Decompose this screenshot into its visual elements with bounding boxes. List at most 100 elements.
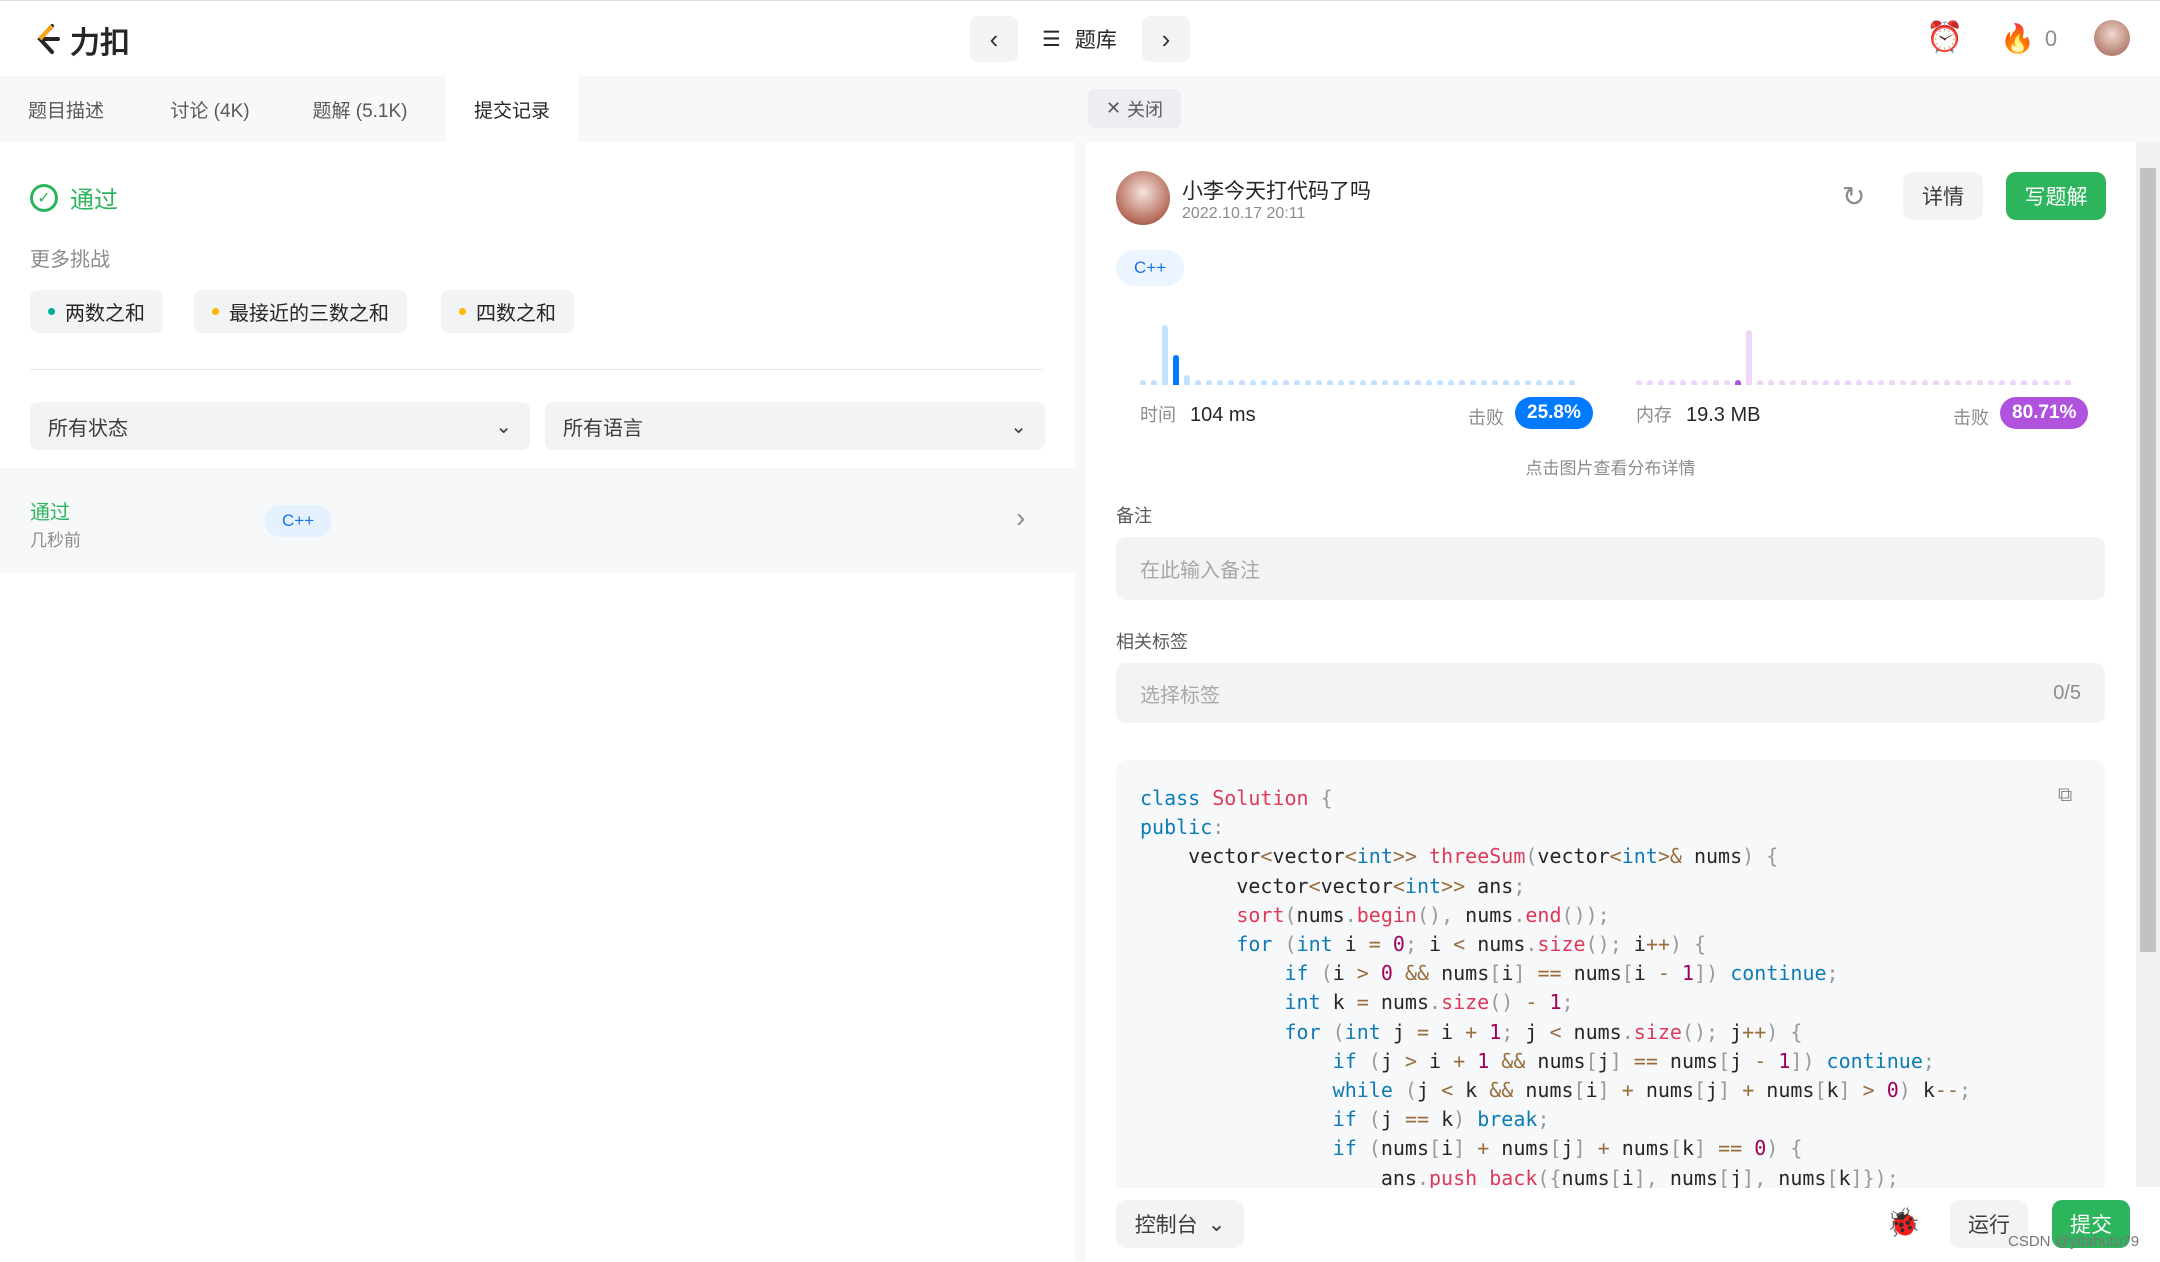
distribution-bar (1812, 380, 1818, 385)
check-circle-icon: ✓ (30, 183, 58, 212)
distribution-bar (1316, 380, 1322, 385)
watermark: CSDN @yitahutu79 (2008, 1233, 2140, 1250)
distribution-bar (1536, 380, 1542, 385)
submission-time: 几秒前 (30, 531, 81, 550)
next-problem-button[interactable]: › (1142, 16, 1190, 62)
distribution-bar (1988, 380, 1994, 385)
memory-distribution-chart[interactable] (1636, 310, 2082, 385)
distribution-bar (1217, 380, 1223, 385)
distribution-bar (1999, 380, 2005, 385)
distribution-bar (1514, 380, 1520, 385)
write-solution-button[interactable]: 写题解 (2006, 172, 2106, 220)
scrollbar-thumb[interactable] (2140, 168, 2156, 952)
more-challenges-label: 更多挑战 (30, 249, 110, 271)
distribution-bar (1569, 380, 1575, 385)
distribution-bar (1448, 380, 1454, 385)
submission-row[interactable] (0, 468, 1075, 573)
distribution-bar (1184, 375, 1190, 385)
distribution-bar (1966, 380, 1972, 385)
distribution-bar (1525, 380, 1531, 385)
distribution-bar (1647, 380, 1653, 385)
distribution-bar (1944, 380, 1950, 385)
distribution-bar (2032, 380, 2038, 385)
language-filter-select[interactable]: 所有语言 ⌄ (545, 402, 1045, 450)
distribution-bar (1636, 380, 1642, 385)
alarm-clock-icon[interactable]: ⏰ (1926, 20, 1963, 55)
distribution-bar (1757, 380, 1763, 385)
close-icon: ✕ (1105, 98, 1122, 118)
share-icon[interactable]: ↻ (1842, 180, 1865, 213)
difficulty-dot (459, 308, 466, 315)
runtime-beats-badge: 25.8% (1515, 397, 1593, 429)
tab-submissions[interactable]: 提交记录 (446, 76, 578, 142)
distribution-bar (1680, 380, 1686, 385)
distribution-bar (1360, 380, 1366, 385)
user-avatar (1116, 171, 1170, 225)
language-badge: C++ (1116, 250, 1185, 286)
distribution-bar (1228, 380, 1234, 385)
distribution-bar (1393, 380, 1399, 385)
distribution-bar (1702, 380, 1708, 385)
distribution-bar (1911, 380, 1917, 385)
beats-label: 击败 (1468, 408, 1504, 428)
distribution-bar (1977, 380, 1983, 385)
accepted-status: ✓ 通过 (30, 180, 118, 215)
code-viewer[interactable]: class Solution { public: vector<vector<i… (1116, 760, 2105, 1188)
distribution-bar (1790, 380, 1796, 385)
distribution-bar (1492, 380, 1498, 385)
distribution-bar (1779, 380, 1785, 385)
tags-select[interactable]: 选择标签 0/5 (1116, 663, 2105, 723)
distribution-bar (1239, 380, 1245, 385)
avatar[interactable] (2094, 20, 2130, 56)
distribution-bar (1404, 380, 1410, 385)
challenge-chip[interactable]: 最接近的三数之和 (194, 290, 407, 333)
panel-resizer[interactable] (1075, 76, 1086, 1262)
tab-discussion[interactable]: 讨论 (4K) (150, 76, 270, 142)
distribution-bar (1349, 380, 1355, 385)
logo[interactable]: 力扣 (34, 18, 130, 62)
distribution-bar (1173, 355, 1179, 385)
distribution-bar (1746, 330, 1752, 385)
distribution-bar (1867, 380, 1873, 385)
distribution-bar (1415, 380, 1421, 385)
runtime-distribution-chart[interactable] (1140, 310, 1586, 385)
distribution-bar (1382, 380, 1388, 385)
distribution-bar (1503, 380, 1509, 385)
distribution-bar (1691, 380, 1697, 385)
runtime-stat: 时间 104 ms (1140, 404, 1256, 426)
prev-problem-button[interactable]: ‹ (970, 16, 1018, 62)
distribution-bar (1283, 380, 1289, 385)
chevron-down-icon: ⌄ (1010, 415, 1027, 438)
console-toggle-button[interactable]: 控制台 ⌄ (1116, 1200, 1244, 1248)
status-filter-select[interactable]: 所有状态 ⌄ (30, 402, 530, 450)
problem-list-button[interactable]: ☰ 题库 (1042, 24, 1117, 54)
distribution-bar (1955, 380, 1961, 385)
close-tab-button[interactable]: ✕ 关闭 (1088, 89, 1181, 128)
distribution-bar (1327, 380, 1333, 385)
distribution-bar (1933, 380, 1939, 385)
streak-counter[interactable]: 🔥 0 (2000, 22, 2057, 55)
distribution-bar (2043, 380, 2049, 385)
difficulty-dot (212, 308, 219, 315)
distribution-bar (1371, 380, 1377, 385)
challenge-chip[interactable]: 两数之和 (30, 290, 163, 333)
debug-bug-icon[interactable]: 🐞 (1886, 1206, 1921, 1239)
detail-button[interactable]: 详情 (1903, 172, 1983, 220)
distribution-bar (1878, 380, 1884, 385)
memory-stat: 内存 19.3 MB (1636, 404, 1761, 426)
challenge-chip[interactable]: 四数之和 (441, 290, 574, 333)
note-input[interactable]: 在此输入备注 (1116, 537, 2105, 600)
tab-description[interactable]: 题目描述 (0, 76, 132, 142)
submission-status: 通过 (30, 502, 70, 524)
note-label: 备注 (1116, 506, 1152, 526)
distribution-bar (1195, 380, 1201, 385)
distribution-bar (1900, 380, 1906, 385)
distribution-bar (1206, 380, 1212, 385)
tab-solutions[interactable]: 题解 (5.1K) (295, 76, 425, 142)
chevron-down-icon: ⌄ (495, 415, 512, 438)
menu-icon: ☰ (1042, 27, 1061, 51)
copy-icon[interactable]: ⧉ (2058, 784, 2072, 807)
distribution-bar (1834, 380, 1840, 385)
language-badge: C++ (264, 505, 333, 537)
distribution-bar (1724, 380, 1730, 385)
